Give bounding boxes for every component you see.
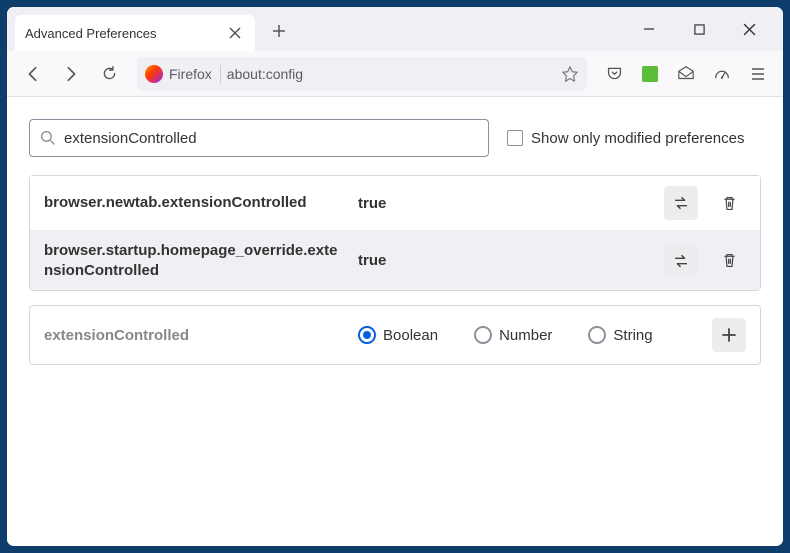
tab-advanced-preferences[interactable]: Advanced Preferences [15, 15, 255, 51]
menu-button[interactable] [743, 59, 773, 89]
preference-name: browser.startup.homepage_override.extens… [44, 241, 344, 280]
site-identity[interactable]: Firefox [145, 65, 221, 83]
radio-label: Number [499, 327, 552, 344]
firefox-icon [145, 65, 163, 83]
bookmark-star-icon[interactable] [561, 65, 579, 83]
toggle-button[interactable] [664, 186, 698, 220]
extension-icon[interactable] [635, 59, 665, 89]
filter-label: Show only modified preferences [531, 130, 744, 147]
preference-row: browser.newtab.extensionControlled true [30, 176, 760, 231]
minimize-button[interactable] [635, 15, 663, 43]
search-input[interactable] [64, 130, 478, 147]
radio-icon [588, 326, 606, 344]
config-search-box[interactable] [29, 119, 489, 157]
show-modified-checkbox[interactable]: Show only modified preferences [507, 130, 744, 147]
search-icon [40, 130, 56, 146]
url-text: about:config [227, 66, 555, 82]
radio-string[interactable]: String [588, 326, 652, 344]
forward-button[interactable] [55, 58, 87, 90]
url-bar[interactable]: Firefox about:config [137, 57, 587, 91]
tab-bar: Advanced Preferences [7, 7, 783, 51]
tab-title: Advanced Preferences [25, 26, 157, 41]
delete-button[interactable] [712, 186, 746, 220]
preference-row: browser.startup.homepage_override.extens… [30, 231, 760, 290]
window-controls [635, 15, 763, 43]
add-preference-row: extensionControlled Boolean Number Strin… [29, 305, 761, 365]
type-radio-group: Boolean Number String [358, 326, 698, 344]
add-preference-name: extensionControlled [44, 327, 344, 344]
browser-window: Advanced Preferences [7, 7, 783, 546]
maximize-button[interactable] [685, 15, 713, 43]
search-row: Show only modified preferences [29, 119, 761, 157]
radio-number[interactable]: Number [474, 326, 552, 344]
add-button[interactable] [712, 318, 746, 352]
radio-boolean[interactable]: Boolean [358, 326, 438, 344]
radio-icon [358, 326, 376, 344]
reload-button[interactable] [93, 58, 125, 90]
toolbar: Firefox about:config [7, 51, 783, 97]
page-content: Show only modified preferences browser.n… [7, 97, 783, 546]
checkbox-icon [507, 130, 523, 146]
radio-label: Boolean [383, 327, 438, 344]
radio-label: String [613, 327, 652, 344]
new-tab-button[interactable] [263, 15, 295, 47]
pocket-icon[interactable] [599, 59, 629, 89]
inbox-icon[interactable] [671, 59, 701, 89]
preference-value: true [358, 252, 650, 269]
delete-button[interactable] [712, 244, 746, 278]
preferences-table: browser.newtab.extensionControlled true … [29, 175, 761, 291]
identity-label: Firefox [169, 66, 212, 82]
toggle-button[interactable] [664, 244, 698, 278]
close-window-button[interactable] [735, 15, 763, 43]
radio-icon [474, 326, 492, 344]
dashboard-icon[interactable] [707, 59, 737, 89]
back-button[interactable] [17, 58, 49, 90]
preference-value: true [358, 195, 650, 212]
preference-name: browser.newtab.extensionControlled [44, 193, 344, 213]
close-tab-icon[interactable] [225, 23, 245, 43]
